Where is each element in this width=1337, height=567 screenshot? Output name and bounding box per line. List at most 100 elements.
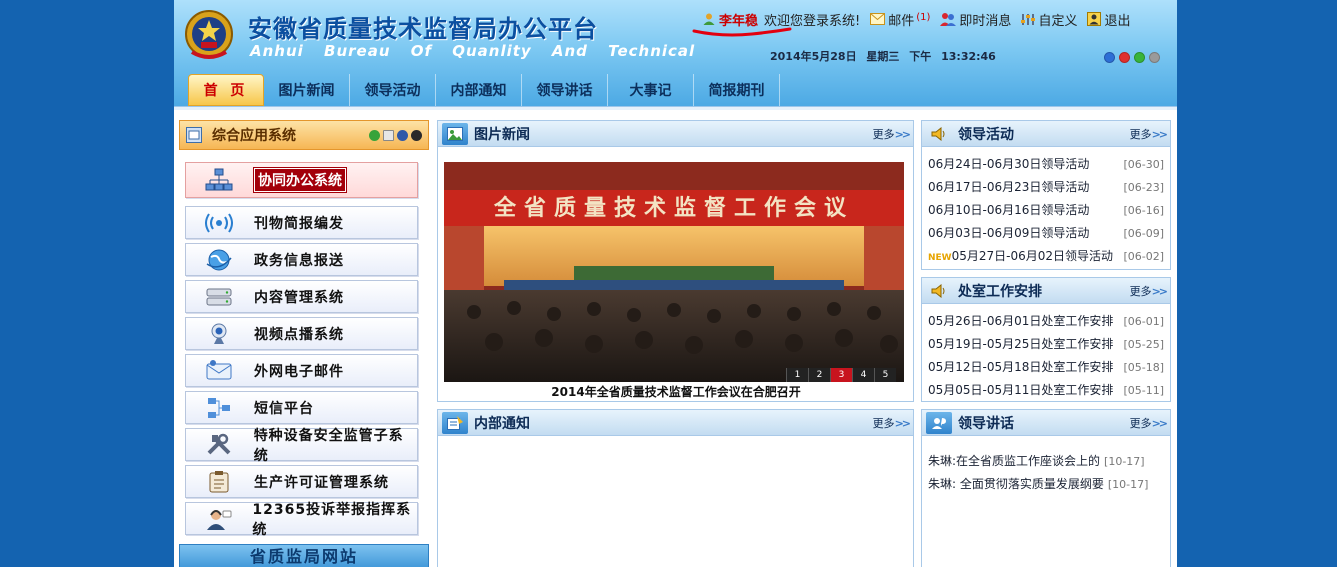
nav-divider xyxy=(174,106,1177,110)
settings-dot-icon[interactable] xyxy=(1149,52,1160,63)
list-item[interactable]: 朱琳:在全省质监工作座谈会上的 [10-17] xyxy=(928,450,1164,473)
provincial-bureau-website-link[interactable]: 省质监局网站 xyxy=(179,544,429,567)
picture-icon xyxy=(442,122,468,145)
item-date: [05-18] xyxy=(1123,361,1164,374)
sidebar-item-cms[interactable]: 内容管理系统 xyxy=(185,280,418,313)
window-controls xyxy=(1104,52,1160,63)
sidebar-item-special-equipment[interactable]: 特种设备安全监管子系统 xyxy=(185,428,418,464)
more-link[interactable]: 更多>> xyxy=(1129,415,1169,431)
collapse-icon[interactable] xyxy=(397,129,408,141)
pager-item[interactable]: 4 xyxy=(852,368,874,382)
item-title: 06月03日-06月09日领导活动 xyxy=(928,226,1090,240)
notice-icon xyxy=(442,411,468,434)
sidebar-item-label: 协同办公系统 xyxy=(254,168,346,192)
nav-leader-speech[interactable]: 领导讲话 xyxy=(522,74,608,106)
date-time-display: 2014年5月28日 星期三 下午 13:32:46 xyxy=(770,48,1002,64)
nav-bulletins[interactable]: 简报期刊 xyxy=(694,74,780,106)
sidebar-item-collaborative-office[interactable]: 协同办公系统 xyxy=(185,162,418,198)
sidebar-item-label: 刊物简报编发 xyxy=(254,215,344,232)
sidebar-title: 综合应用系统 xyxy=(212,128,296,144)
server-icon xyxy=(204,285,234,309)
sidebar-item-publication[interactable]: 刊物简报编发 xyxy=(185,206,418,239)
refresh-icon[interactable] xyxy=(369,129,380,141)
logout-icon xyxy=(1087,12,1102,26)
operator-icon xyxy=(204,507,232,531)
sms-icon xyxy=(204,396,234,420)
nav-internal-notice[interactable]: 内部通知 xyxy=(436,74,522,106)
instant-message-link[interactable]: 即时消息 xyxy=(940,10,1011,29)
more-link[interactable]: 更多>> xyxy=(873,415,912,431)
list-item[interactable]: 06月10日-06月16日领导活动 [06-16] xyxy=(928,199,1164,222)
mail-icon xyxy=(870,13,886,25)
sidebar-item-gov-info[interactable]: 政务信息报送 xyxy=(185,243,418,276)
list-item[interactable]: 05月05日-05月11日处室工作安排 [05-11] xyxy=(928,379,1164,402)
site-title: 安徽省质量技术监督局办公平台 xyxy=(248,15,598,43)
office-schedule-panel: 处室工作安排 更多>> 05月26日-06月01日处室工作安排 [06-01] 0… xyxy=(921,277,1171,402)
sidebar-item-email[interactable]: 外网电子邮件 xyxy=(185,354,418,387)
panel-header: 图片新闻 更多>> xyxy=(438,121,913,147)
item-date: [10-17] xyxy=(1104,455,1145,468)
sidebar-item-video[interactable]: 视频点播系统 xyxy=(185,317,418,350)
list-item[interactable]: 05月12日-05月18日处室工作安排 [05-18] xyxy=(928,356,1164,379)
panel-header: 领导讲话 更多>> xyxy=(922,410,1170,436)
speaker-icon xyxy=(926,280,952,302)
list-item[interactable]: 朱琳: 全面贯彻落实质量发展纲要 [10-17] xyxy=(928,473,1164,496)
item-title: 05月19日-05月25日处室工作安排 xyxy=(928,337,1114,351)
office-schedule-list: 05月26日-06月01日处室工作安排 [06-01] 05月19日-05月25日… xyxy=(922,304,1170,402)
item-title: 朱琳: 全面贯彻落实质量发展纲要 xyxy=(928,477,1104,491)
more-link[interactable]: 更多>> xyxy=(1130,126,1169,142)
clipboard-icon xyxy=(204,470,234,494)
item-date: [06-02] xyxy=(1123,250,1164,263)
item-date: [06-23] xyxy=(1123,181,1164,194)
customize-label: 自定义 xyxy=(1038,13,1078,29)
pager-item-active[interactable]: 3 xyxy=(830,368,852,382)
webcam-icon xyxy=(204,322,234,346)
header: 安徽省质量技术监督局办公平台 Anhui Bureau Of Quanlity … xyxy=(174,0,1177,110)
nav-home[interactable]: 首 页 xyxy=(188,74,264,106)
new-badge: NEW xyxy=(928,253,952,263)
news-photo[interactable]: 全省质量技术监督工作会议 1 2 3 4 5 xyxy=(444,162,904,382)
instant-message-label: 即时消息 xyxy=(959,13,1012,29)
list-item[interactable]: 05月19日-05月25日处室工作安排 [05-25] xyxy=(928,333,1164,356)
internal-notice-panel: 内部通知 更多>> xyxy=(437,409,914,567)
list-item[interactable]: 05月26日-06月01日处室工作安排 [06-01] xyxy=(928,310,1164,333)
minimize-icon[interactable] xyxy=(1104,52,1115,63)
list-item[interactable]: 06月17日-06月23日领导活动 [06-23] xyxy=(928,176,1164,199)
sidebar-item-label: 视频点播系统 xyxy=(254,326,344,343)
list-item[interactable]: 06月03日-06月09日领导活动 [06-09] xyxy=(928,222,1164,245)
page: 安徽省质量技术监督局办公平台 Anhui Bureau Of Quanlity … xyxy=(174,0,1177,567)
close-window-icon[interactable] xyxy=(1119,52,1130,63)
more-link[interactable]: 更多>> xyxy=(1130,283,1169,299)
more-link[interactable]: 更多>> xyxy=(873,126,912,142)
instant-message-icon xyxy=(940,13,957,26)
app-window-icon xyxy=(186,127,202,143)
item-date: [10-17] xyxy=(1107,478,1149,491)
list-item[interactable]: NEW05月27日-06月02日领导活动 [06-02] xyxy=(928,245,1164,268)
mail-count-badge: (1) xyxy=(916,11,931,23)
customize-link[interactable]: 自定义 xyxy=(1021,10,1077,29)
sidebar-item-sms[interactable]: 短信平台 xyxy=(185,391,418,424)
list-item[interactable]: 06月24日-06月30日领导活动 [06-30] xyxy=(928,153,1164,176)
more-label: 更多 xyxy=(1129,416,1152,430)
logout-link[interactable]: 退出 xyxy=(1087,10,1130,29)
sidebar-item-production-license[interactable]: 生产许可证管理系统 xyxy=(185,465,418,498)
item-date: [06-01] xyxy=(1123,315,1164,328)
panel-header: 处室工作安排 更多>> xyxy=(922,278,1170,304)
sidebar-item-label: 短信平台 xyxy=(254,400,314,417)
item-title: 朱琳:在全省质监工作座谈会上的 xyxy=(928,454,1101,468)
maximize-icon[interactable] xyxy=(1134,52,1145,63)
sidebar-item-12365-complaint[interactable]: 12365投诉举报指挥系统 xyxy=(185,502,418,538)
nav-chronicle[interactable]: 大事记 xyxy=(608,74,694,106)
nav-leader-activity[interactable]: 领导活动 xyxy=(350,74,436,106)
nav-photo-news[interactable]: 图片新闻 xyxy=(264,74,350,106)
mail-link[interactable]: 邮件 (1) xyxy=(870,10,930,29)
mail-label: 邮件 xyxy=(888,13,915,29)
photo-caption[interactable]: 2014年全省质量技术监督工作会议在合肥召开 xyxy=(438,383,914,400)
pager-item[interactable]: 1 xyxy=(786,368,808,382)
edit-icon[interactable] xyxy=(383,129,394,141)
broadcast-icon xyxy=(204,211,234,235)
pager-item[interactable]: 5 xyxy=(874,368,896,382)
panel-title: 领导活动 xyxy=(958,126,1014,143)
close-icon[interactable] xyxy=(411,129,422,141)
pager-item[interactable]: 2 xyxy=(808,368,830,382)
